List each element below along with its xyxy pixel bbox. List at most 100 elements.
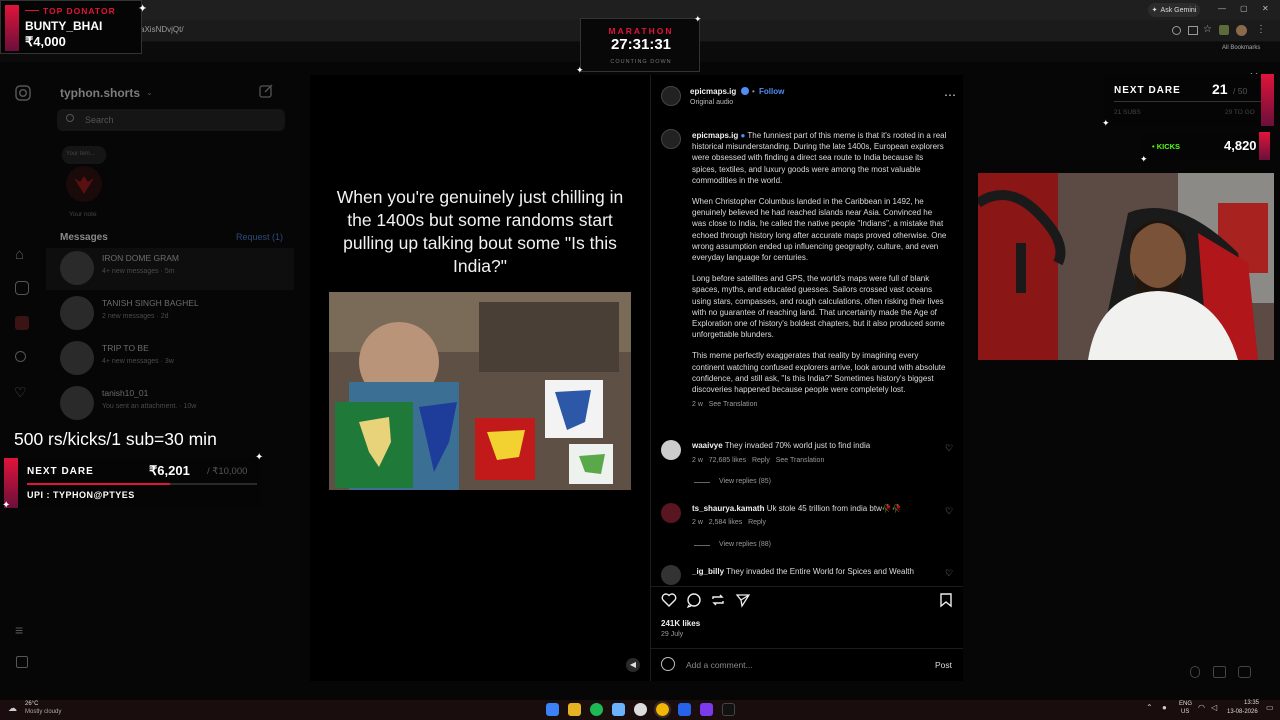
chat-row[interactable]: TRIP TO BE 4+ new messages · 3w — [46, 338, 294, 380]
requests-link[interactable]: Request (1) — [236, 232, 283, 242]
accent-bar — [1261, 74, 1274, 126]
author-avatar[interactable] — [661, 86, 681, 106]
chat-row[interactable]: IRON DOME GRAM 4+ new messages · 5m — [46, 248, 294, 290]
subs-to-go: 29 TO GO — [1225, 109, 1255, 116]
extension-icon[interactable] — [1219, 25, 1229, 35]
mute-audio-icon[interactable]: ◀ — [626, 658, 640, 672]
file-explorer-icon[interactable] — [568, 703, 581, 716]
weather-desc[interactable]: Mostly cloudy — [25, 709, 61, 715]
comment-likes[interactable]: 72,685 likes — [709, 457, 746, 464]
app-icon[interactable] — [612, 703, 625, 716]
audio-label[interactable]: Original audio — [690, 99, 733, 106]
see-translation-link[interactable]: See Translation — [776, 457, 825, 464]
caption-author[interactable]: epicmaps.ig — [692, 131, 738, 140]
post-author[interactable]: epicmaps.ig — [690, 86, 736, 97]
chrome-icon[interactable] — [654, 701, 671, 718]
instagram-logo-icon[interactable] — [14, 84, 32, 102]
comment-likes[interactable]: 2,584 likes — [709, 519, 742, 526]
account-username[interactable]: typhon.shorts — [60, 86, 140, 100]
minimize-button[interactable]: — — [1218, 4, 1226, 13]
install-app-icon[interactable] — [1188, 26, 1198, 35]
upi-text: UPI : TYPHON@PTYES — [27, 490, 135, 500]
mic-tray-icon[interactable]: ● — [1162, 703, 1167, 712]
kicks-label: • KICKS — [1152, 142, 1181, 151]
commenter-name[interactable]: _ig_billy — [692, 567, 724, 576]
marathon-label: MARATHON — [608, 26, 674, 36]
zoom-icon[interactable] — [1172, 26, 1181, 35]
windows-start-icon[interactable] — [546, 703, 559, 716]
language[interactable]: ENG — [1179, 701, 1192, 707]
subs-goal: / 50 — [1233, 86, 1248, 96]
save-bookmark-icon[interactable] — [939, 592, 953, 608]
apps-grid-icon[interactable] — [16, 656, 28, 668]
wifi-icon[interactable]: ◠ — [1198, 703, 1205, 712]
settings-gear-icon[interactable] — [634, 703, 647, 716]
close-window-button[interactable]: ✕ — [1262, 4, 1269, 13]
reply-button[interactable]: Reply — [748, 519, 766, 526]
chevron-down-icon[interactable]: ⌄ — [146, 88, 153, 97]
notifications-heart-icon[interactable]: ♡ — [14, 384, 27, 401]
share-icon[interactable] — [735, 592, 751, 608]
clock-time[interactable]: 13:35 — [1244, 700, 1259, 706]
add-comment-input[interactable]: Add a comment... — [686, 660, 753, 670]
app-icon[interactable] — [700, 703, 713, 716]
weather-icon[interactable]: ☁ — [8, 703, 17, 714]
clock-date[interactable]: 13-08-2026 — [1227, 709, 1258, 715]
comment-text: _ig_billy They invaded the Entire World … — [692, 566, 938, 577]
like-comment-icon[interactable]: ♡ — [945, 506, 953, 517]
chat-row[interactable]: tanish10_01 You sent an attachment. · 10… — [46, 383, 294, 425]
accent-bar — [1259, 132, 1270, 160]
weather-temp[interactable]: 26°C — [25, 701, 38, 707]
emoji-icon[interactable] — [661, 657, 675, 671]
chevron-up-icon[interactable]: ⌃ — [1146, 703, 1153, 712]
likes-count[interactable]: 241K likes — [661, 618, 700, 629]
comment-icon[interactable] — [686, 592, 702, 608]
browser-menu-icon[interactable]: ⋮ — [1256, 24, 1266, 35]
reels-icon[interactable] — [15, 281, 29, 295]
ask-gemini-button[interactable]: ✦ Ask Gemini — [1148, 3, 1200, 17]
bookmark-star-icon[interactable]: ☆ — [1203, 24, 1212, 35]
sticker-icon[interactable] — [1238, 666, 1251, 678]
profile-avatar[interactable] — [1236, 25, 1247, 36]
chat-row[interactable]: TANISH SINGH BAGHEL 2 new messages · 2d — [46, 293, 294, 335]
view-replies-link[interactable]: View replies (88) — [719, 541, 771, 548]
caption-avatar[interactable] — [661, 129, 681, 149]
commenter-avatar[interactable] — [661, 565, 681, 585]
commenter-avatar[interactable] — [661, 503, 681, 523]
notifications-icon[interactable]: ▭ — [1266, 703, 1274, 712]
commenter-avatar[interactable] — [661, 440, 681, 460]
like-comment-icon[interactable]: ♡ — [945, 443, 953, 454]
like-post-icon[interactable] — [661, 592, 677, 608]
commenter-name[interactable]: ts_shaurya.kamath — [692, 504, 764, 513]
compose-icon[interactable] — [258, 83, 274, 99]
post-comment-button[interactable]: Post — [935, 660, 952, 670]
region[interactable]: US — [1181, 709, 1189, 715]
commenter-name[interactable]: waaivye — [692, 441, 723, 450]
spotify-icon[interactable] — [590, 703, 603, 716]
view-replies-link[interactable]: View replies (85) — [719, 478, 771, 485]
terminal-icon[interactable] — [722, 703, 735, 716]
all-bookmarks-link[interactable]: All Bookmarks — [1222, 45, 1260, 51]
messages-nav-icon[interactable] — [15, 316, 29, 330]
chat-preview: 4+ new messages · 5m — [102, 268, 175, 275]
note-avatar[interactable] — [66, 166, 102, 202]
microphone-icon[interactable] — [1190, 666, 1200, 678]
app-icon[interactable] — [678, 703, 691, 716]
follow-button[interactable]: Follow — [759, 86, 784, 97]
more-menu-icon[interactable]: ≡ — [15, 622, 23, 638]
image-icon[interactable] — [1213, 666, 1226, 678]
see-translation-link[interactable]: See Translation — [709, 401, 758, 408]
maximize-button[interactable]: ▢ — [1240, 4, 1248, 13]
repost-icon[interactable] — [710, 592, 726, 608]
search-icon — [66, 114, 74, 122]
more-options-icon[interactable]: ⋯ — [944, 88, 956, 102]
progress-track — [1114, 101, 1262, 102]
home-icon[interactable]: ⌂ — [15, 246, 33, 264]
caption-paragraph: This meme perfectly exaggerates that rea… — [692, 351, 946, 395]
like-comment-icon[interactable]: ♡ — [945, 568, 953, 579]
explore-search-icon[interactable] — [15, 351, 26, 362]
volume-icon[interactable]: ◁ — [1211, 703, 1217, 712]
caption-paragraph: When Christopher Columbus landed in the … — [692, 197, 947, 263]
reply-button[interactable]: Reply — [752, 457, 770, 464]
dot-separator: • — [752, 87, 755, 96]
